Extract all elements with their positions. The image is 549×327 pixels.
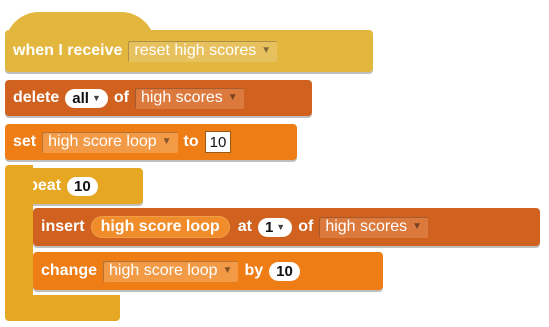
delete-index-dropdown[interactable]: all ▼ xyxy=(65,88,108,108)
delete-label: delete xyxy=(13,89,60,106)
dropdown-arrow-icon: ▼ xyxy=(276,222,286,232)
dropdown-arrow-icon: ▼ xyxy=(227,92,238,103)
dropdown-arrow-icon: ▼ xyxy=(161,136,172,147)
high-score-loop-reporter[interactable]: high score loop xyxy=(90,216,230,238)
delete-of-label: of xyxy=(113,89,129,106)
when-i-receive-label: when I receive xyxy=(13,42,123,59)
change-by-label: by xyxy=(244,262,264,279)
repeat-block-foot xyxy=(5,295,120,321)
set-variable-block[interactable]: set high score loop ▼ to 10 xyxy=(5,124,297,160)
dropdown-arrow-icon: ▼ xyxy=(261,45,272,56)
change-variable-block[interactable]: change high score loop ▼ by 10 xyxy=(33,252,383,290)
insert-label: insert xyxy=(41,218,85,235)
change-label: change xyxy=(41,262,98,279)
change-value-input[interactable]: 10 xyxy=(269,261,300,281)
message-dropdown[interactable]: reset high scores ▼ xyxy=(128,40,278,62)
delete-block[interactable]: delete all ▼ of high scores ▼ xyxy=(5,80,312,116)
dropdown-arrow-icon: ▼ xyxy=(412,221,423,232)
set-to-label: to xyxy=(183,133,199,150)
insert-at-label: at xyxy=(237,218,252,235)
insert-list-dropdown[interactable]: high scores ▼ xyxy=(319,216,429,238)
insert-of-label: of xyxy=(298,218,314,235)
dropdown-arrow-icon: ▼ xyxy=(222,265,233,276)
insert-index-dropdown[interactable]: 1 ▼ xyxy=(257,217,293,237)
repeat-block-arm xyxy=(5,165,33,315)
message-value: reset high scores xyxy=(134,41,257,59)
change-variable-dropdown[interactable]: high score loop ▼ xyxy=(103,260,239,282)
set-label: set xyxy=(13,133,37,150)
dropdown-arrow-icon: ▼ xyxy=(91,93,101,103)
delete-list-dropdown[interactable]: high scores ▼ xyxy=(134,87,244,109)
when-i-receive-block[interactable]: when I receive reset high scores ▼ xyxy=(5,30,373,72)
set-variable-value: high score loop xyxy=(48,132,157,150)
insert-index-value: 1 xyxy=(264,218,274,236)
change-variable-value: high score loop xyxy=(109,261,218,279)
delete-list-value: high scores xyxy=(140,88,223,106)
insert-list-value: high scores xyxy=(325,217,408,235)
set-value-input[interactable]: 10 xyxy=(204,131,232,153)
script-canvas: when I receive reset high scores ▼ delet… xyxy=(0,0,549,327)
delete-index-value: all xyxy=(72,89,89,107)
repeat-times-input[interactable]: 10 xyxy=(67,176,98,196)
insert-block[interactable]: insert high score loop at 1 ▼ of high sc… xyxy=(33,208,540,246)
set-variable-dropdown[interactable]: high score loop ▼ xyxy=(42,131,178,153)
